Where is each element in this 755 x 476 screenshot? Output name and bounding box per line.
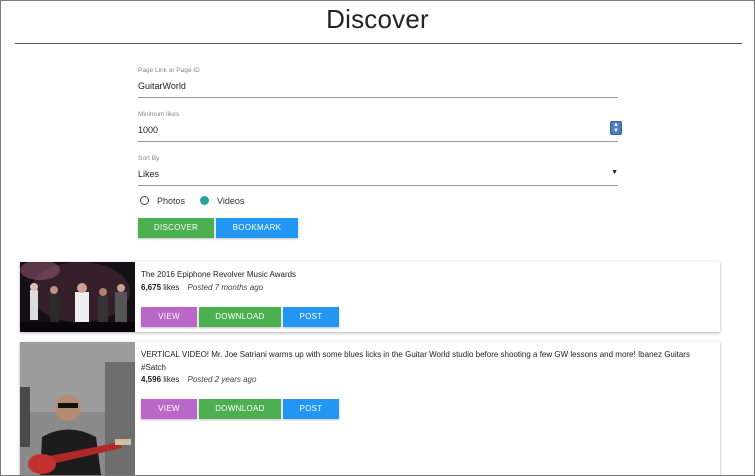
posted-time: Posted 7 months ago [187, 283, 264, 292]
minimum-likes-input[interactable]: 1000 [138, 125, 158, 135]
post-button[interactable]: POST [283, 307, 339, 327]
download-button[interactable]: DOWNLOAD [199, 399, 281, 419]
page-link-input[interactable]: GuitarWorld [138, 81, 186, 91]
number-spinner-icon[interactable]: ▲ ▼ [610, 121, 622, 135]
result-title: The 2016 Epiphone Revolver Music Awards [141, 270, 297, 279]
videos-radio-label[interactable]: Videos [217, 196, 244, 206]
page-link-label: Page Link or Page ID [138, 67, 200, 74]
likes-count: 4,596 [141, 375, 162, 384]
bookmark-button[interactable]: BOOKMARK [216, 218, 298, 238]
result-card: VERTICAL VIDEO! Mr. Joe Satriani warms u… [20, 342, 720, 475]
videos-radio[interactable] [200, 196, 209, 205]
sort-by-select[interactable]: Sort By Likes ▼ [138, 155, 618, 187]
video-thumbnail[interactable] [20, 342, 135, 475]
guitarist-thumbnail-image [20, 342, 135, 475]
video-thumbnail[interactable] [20, 262, 135, 332]
minimum-likes-field[interactable]: Minimum likes 1000 ▲ ▼ [138, 111, 622, 143]
result-meta: 6,675 likes Posted 7 months ago [141, 283, 263, 292]
result-title: VERTICAL VIDEO! Mr. Joe Satriani warms u… [141, 350, 690, 372]
sort-by-underline [138, 185, 618, 186]
page-title: Discover [326, 4, 429, 34]
minimum-likes-label: Minimum likes [138, 111, 180, 118]
concert-thumbnail-image [20, 262, 135, 332]
download-button[interactable]: DOWNLOAD [199, 307, 281, 327]
likes-suffix: likes [163, 375, 180, 384]
app-frame: Discover Page Link or Page ID GuitarWorl… [0, 0, 755, 476]
photos-radio-label[interactable]: Photos [157, 196, 185, 206]
title-divider [15, 43, 742, 44]
dropdown-caret-icon[interactable]: ▼ [611, 169, 618, 176]
sort-by-label: Sort By [138, 155, 160, 162]
result-card: The 2016 Epiphone Revolver Music Awards … [20, 262, 720, 332]
result-meta: 4,596 likes Posted 2 years ago [141, 375, 256, 384]
posted-time: Posted 2 years ago [187, 375, 257, 384]
page-link-field[interactable]: Page Link or Page ID GuitarWorld [138, 67, 618, 99]
discover-button[interactable]: DISCOVER [138, 218, 214, 238]
photos-radio[interactable] [140, 196, 149, 205]
sort-by-value[interactable]: Likes [138, 169, 159, 179]
likes-suffix: likes [163, 283, 180, 292]
minimum-likes-underline [138, 141, 618, 142]
page-link-underline [138, 97, 618, 98]
view-button[interactable]: VIEW [141, 399, 197, 419]
post-button[interactable]: POST [283, 399, 339, 419]
view-button[interactable]: VIEW [141, 307, 197, 327]
likes-count: 6,675 [141, 283, 162, 292]
